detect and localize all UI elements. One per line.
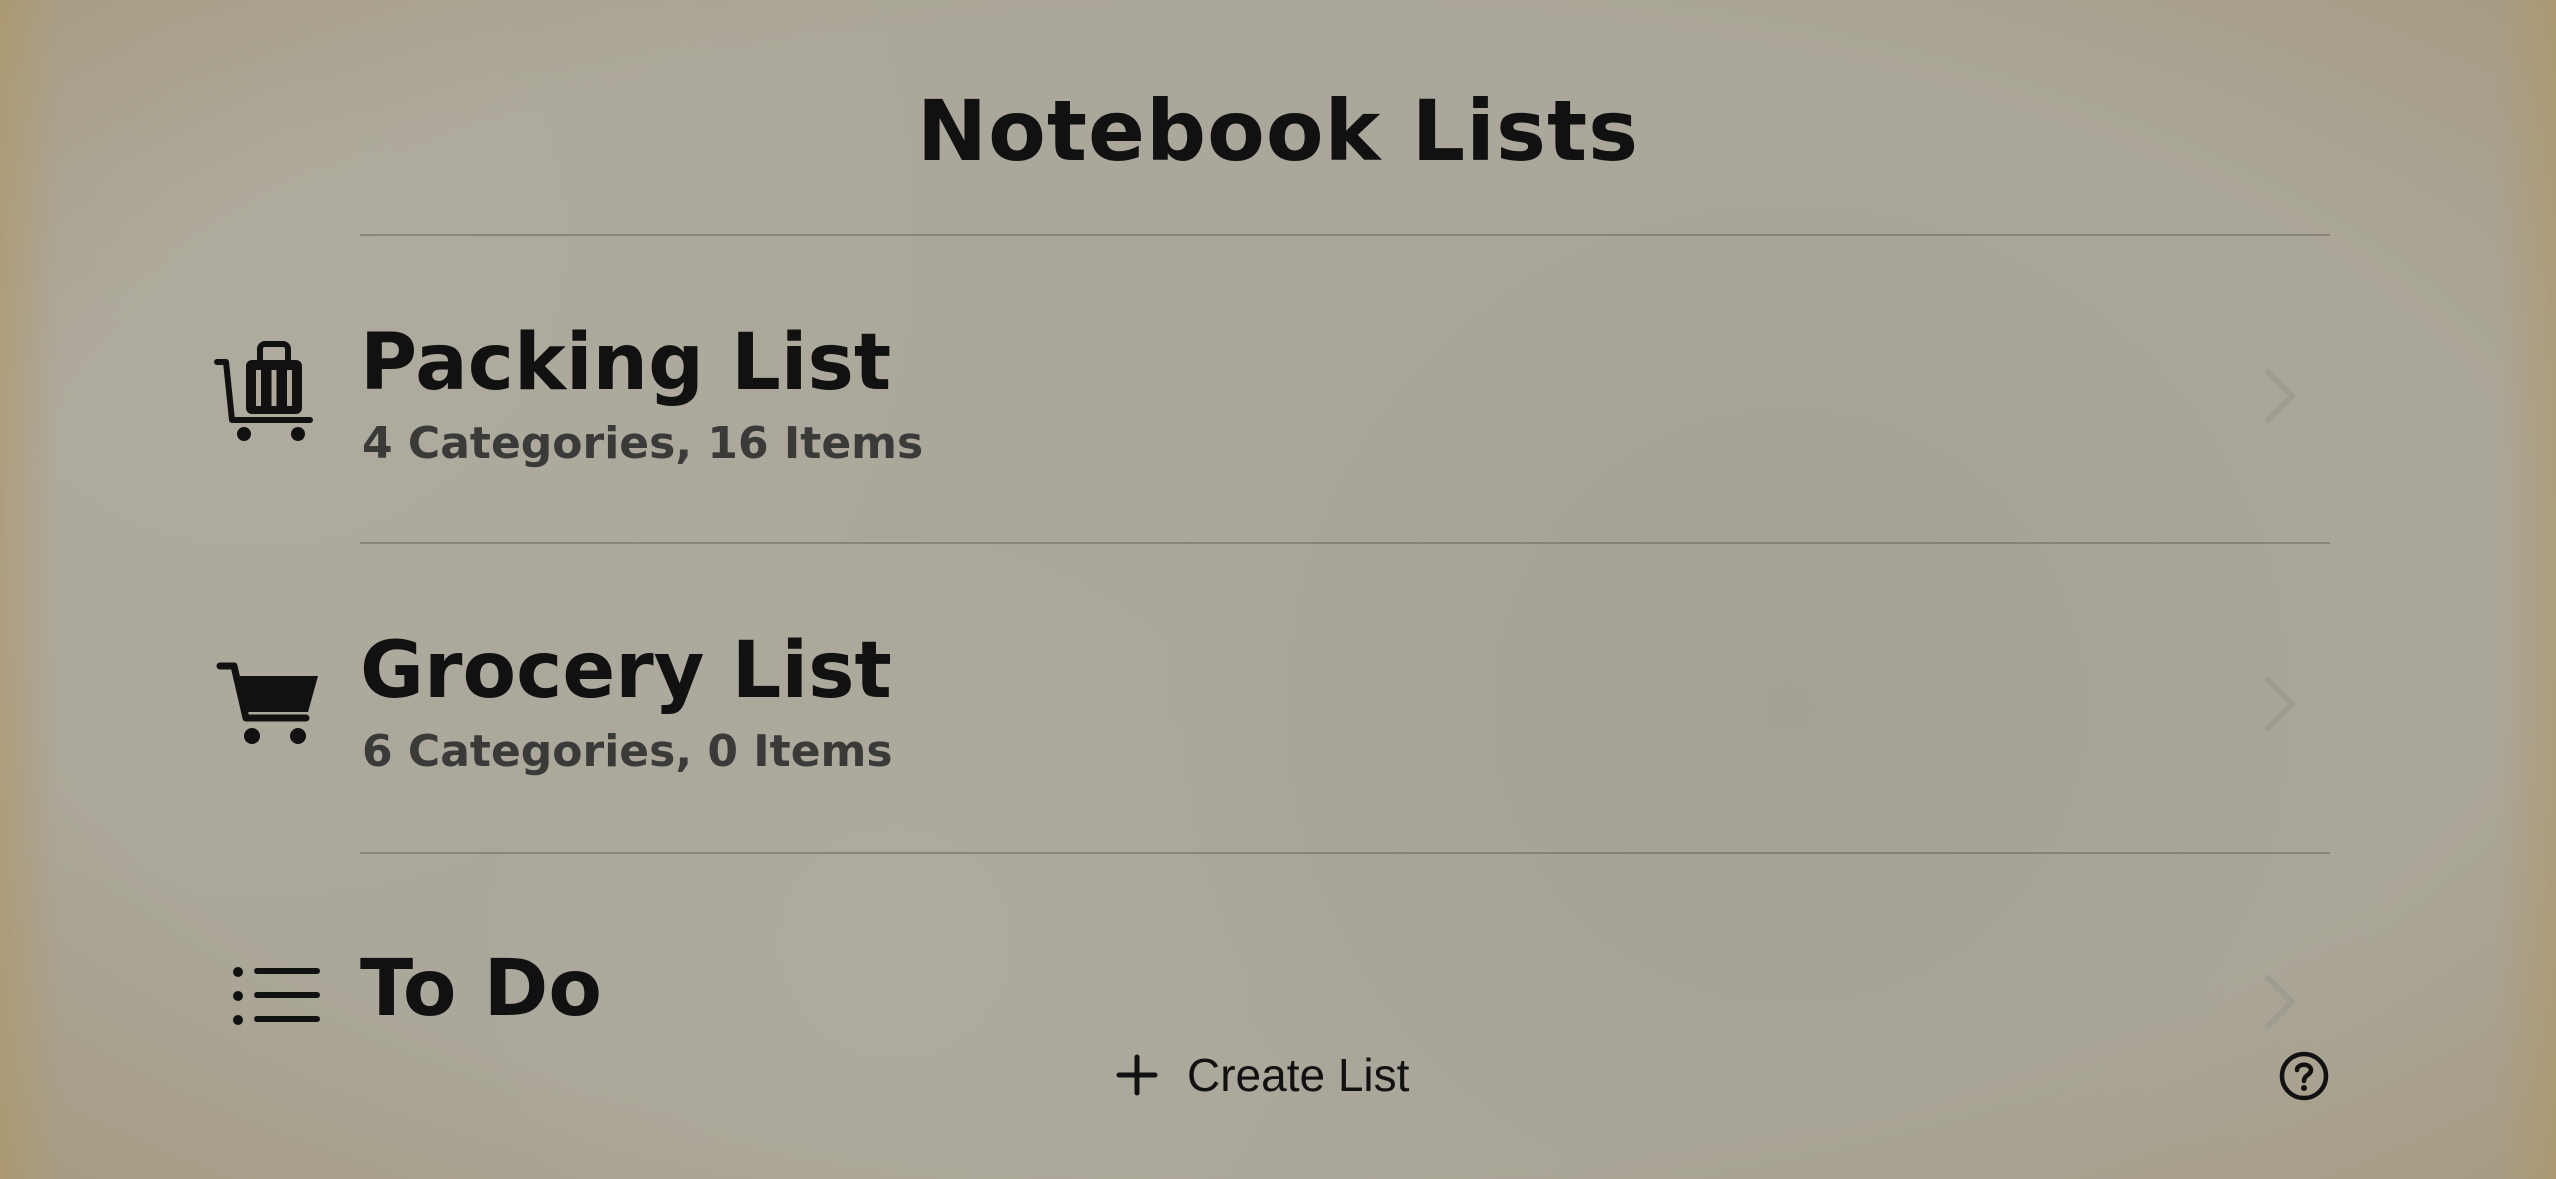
list-bullet-icon [212,944,322,1034]
list-title: Grocery List [360,626,892,716]
list-title: To Do [360,944,602,1034]
chevron-right-icon [2260,972,2300,1032]
suitcase-cart-icon [212,338,322,448]
chevron-right-icon [2260,366,2300,426]
plus-icon [1115,1053,1159,1097]
list-row-todo[interactable]: To Do [200,858,2350,1158]
divider [360,542,2330,544]
divider-top [360,234,2330,236]
create-list-button[interactable]: Create List [1115,1043,1409,1107]
help-circle-icon[interactable] [2278,1050,2330,1102]
page-title: Notebook Lists [916,82,1640,180]
list-subtitle: 4 Categories, 16 Items [362,418,924,469]
chevron-right-icon [2260,674,2300,734]
list-subtitle: 6 Categories, 0 Items [362,726,893,777]
list-row-packing[interactable]: Packing List 4 Categories, 16 Items [200,240,2350,540]
list-row-grocery[interactable]: Grocery List 6 Categories, 0 Items [200,548,2350,848]
create-list-label: Create List [1187,1049,1410,1101]
list-title: Packing List [360,318,892,408]
divider [360,852,2330,854]
shopping-cart-icon [212,654,322,764]
